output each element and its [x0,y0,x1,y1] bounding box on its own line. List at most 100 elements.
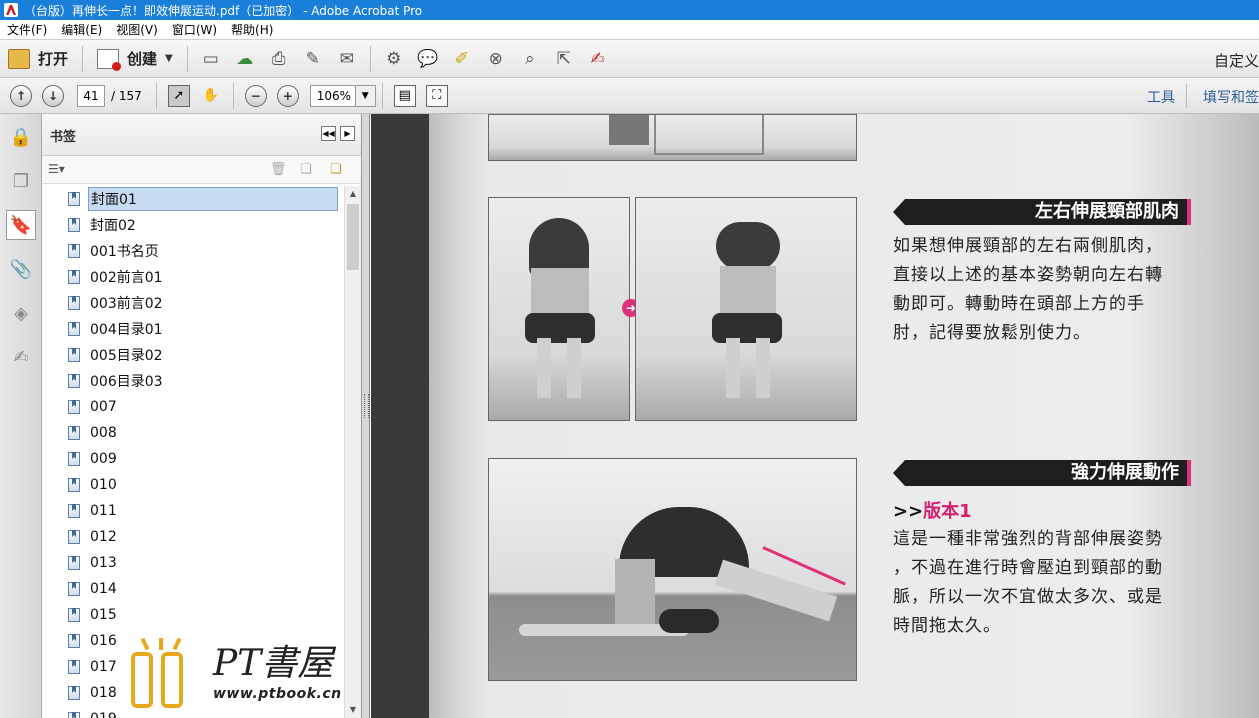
bookmark-icon[interactable]: 🔖 [6,210,36,240]
print-icon[interactable]: ⎙ [268,48,290,70]
prev-page-button[interactable]: ↑ [10,84,32,107]
bookmark-item[interactable]: 007 [46,394,340,420]
bookmark-page-icon [68,374,80,388]
hand-tool-icon[interactable]: ✋ [200,85,222,107]
bookmark-page-icon [68,400,80,414]
bookmark-item[interactable]: 009 [46,446,340,472]
select-tool-icon[interactable]: ➚ [167,84,190,107]
menu-window[interactable]: 窗口(W) [165,21,224,38]
bookmark-item[interactable]: 005目录02 [46,342,340,368]
gear-icon[interactable]: ⚙ [383,48,405,70]
bookmark-item[interactable]: 006目录03 [46,368,340,394]
menu-help[interactable]: 帮助(H) [224,21,280,38]
pdf-page: ➜ 左右伸展頸部肌肉 如果想伸展頸部的左右兩側肌肉， 直接以上述的基本姿勢朝向左… [429,114,1259,718]
bookmark-page-icon [68,296,80,310]
bookmark-item[interactable]: 013 [46,550,340,576]
bookmark-label: 010 [90,477,117,493]
fit-width-icon[interactable]: ⛶ [425,84,448,107]
trash-icon[interactable]: 🗑 [270,162,287,177]
document-view[interactable]: ➜ 左右伸展頸部肌肉 如果想伸展頸部的左右兩側肌肉， 直接以上述的基本姿勢朝向左… [371,114,1259,718]
signature-icon[interactable]: ✍ [6,342,36,372]
comment-icon[interactable]: 💬 [417,48,439,70]
panel-title: 书签 [50,130,77,145]
page-number-input[interactable]: 41 [77,84,105,107]
bookmark-item[interactable]: 002前言01 [46,264,340,290]
options-menu-icon[interactable]: ☰▾ [48,162,65,176]
bookmark-item[interactable]: 封面01 [46,186,340,212]
navigation-pane-strip: 🔒 ❐ 🔖 📎 ◈ ✍ [0,114,42,718]
bookmark-label: 017 [90,659,117,675]
create-button[interactable]: 创建 ▼ [89,44,181,74]
panel-header: 书签 ◀◀ ▶ [42,114,361,156]
menu-file[interactable]: 文件(F) [0,21,54,38]
attachment-icon[interactable]: 📎 [6,254,36,284]
cloud-upload-icon[interactable]: ☁ [234,48,256,70]
lock-icon[interactable]: 🔒 [6,122,36,152]
bookmark-page-icon [68,218,80,232]
text-line: 脈，所以一次不宜做太多次、或是 [893,587,1163,607]
chevron-down-icon[interactable]: ▼ [354,85,375,106]
page-total: / 157 [111,88,142,103]
bookmark-item[interactable]: 011 [46,498,340,524]
search-icon[interactable]: ⌕ [519,48,541,70]
window-title: （台版）再伸长一点！即效伸展运动.pdf（已加密） - Adobe Acroba… [24,3,423,18]
toolbar-divider [82,45,84,72]
version-prefix: >> [893,501,924,522]
zoom-value: 106% [316,88,352,103]
layers-icon[interactable]: ◈ [6,298,36,328]
fill-sign-tab[interactable]: 填写和签 [1203,87,1259,107]
books-logo-icon [125,637,205,708]
collapse-panel-icon[interactable]: ◀◀ [321,126,336,141]
toolbar-divider [155,82,157,109]
menu-view[interactable]: 视图(V) [109,21,165,38]
bookmark-item[interactable]: 015 [46,602,340,628]
bookmark-label: 016 [90,633,117,649]
bookmark-item[interactable]: 012 [46,524,340,550]
bookmark-label: 封面01 [88,187,338,211]
bookmark-page-icon [68,244,80,258]
next-page-button[interactable]: ↓ [42,84,64,107]
bookmark-tag-icon[interactable]: ❏ [330,162,342,177]
form-icon[interactable]: ✍ [587,48,609,70]
menu-edit[interactable]: 编辑(E) [54,21,109,38]
chevron-down-icon: ▼ [165,53,173,64]
highlight-icon[interactable]: ✐ [451,48,473,70]
fit-page-icon[interactable]: ▤ [393,84,416,107]
bookmark-item[interactable]: 003前言02 [46,290,340,316]
bookmark-item[interactable]: 014 [46,576,340,602]
expand-panel-icon[interactable]: ▶ [340,126,355,141]
export-icon[interactable]: ⇱ [553,48,575,70]
open-button[interactable]: 打开 [0,44,76,74]
bookmark-page-icon [68,556,80,570]
pages-icon[interactable]: ❐ [6,166,36,196]
bookmark-page-icon [68,660,80,674]
bookmark-item[interactable]: 001书名页 [46,238,340,264]
acrobat-logo-icon [4,3,18,17]
bookmark-page-icon [68,348,80,362]
bookmark-page-icon [68,322,80,336]
zoom-out-button[interactable]: − [244,84,267,107]
bookmark-item[interactable]: 008 [46,420,340,446]
scroll-thumb[interactable] [347,204,359,270]
zoom-in-button[interactable]: + [276,84,299,107]
nav-toolbar: ↑ ↓ 41 / 157 ➚ ✋ − + 106% ▼ ▤ ⛶ 工具 填写和签 [0,78,1259,114]
new-bookmark-icon[interactable]: ❏ [300,162,312,177]
delete-icon[interactable]: ⊗ [485,48,507,70]
scroll-up-icon[interactable]: ▲ [345,186,361,202]
bookmark-item[interactable]: 004目录01 [46,316,340,342]
email-icon[interactable]: ✉ [336,48,358,70]
create-pdf-icon [97,48,122,71]
bookmark-item[interactable]: 封面02 [46,212,340,238]
bookmark-item[interactable]: 010 [46,472,340,498]
bookmark-page-icon [68,426,80,440]
watermark-name: PT書屋 [213,643,334,684]
zoom-select[interactable]: 106% ▼ [309,84,376,107]
edit-icon[interactable]: ✎ [302,48,324,70]
bookmark-label: 001书名页 [90,244,159,260]
customize-label[interactable]: 自定义 [1214,50,1259,71]
bookmark-label: 012 [90,529,117,545]
tools-tab[interactable]: 工具 [1147,87,1175,107]
bookmark-page-icon [68,530,80,544]
save-icon[interactable]: ▭ [200,48,222,70]
panel-toolbar: ☰▾ 🗑 ❏ ❏ [42,156,361,184]
